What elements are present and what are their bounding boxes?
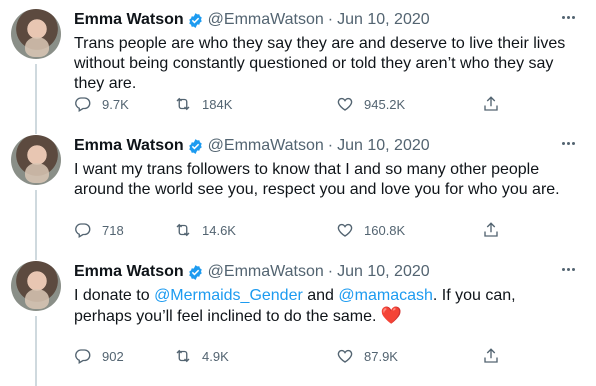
separator: · [327, 11, 334, 28]
separator: · [327, 263, 334, 280]
handle[interactable]: @EmmaWatson [208, 263, 324, 281]
like-count: 945.2K [364, 96, 406, 112]
avatar[interactable] [11, 135, 61, 185]
thread-line [35, 190, 37, 260]
verified-badge-icon [188, 138, 202, 154]
heart-emoji: ❤️ [380, 306, 403, 325]
share-icon [484, 348, 498, 363]
tweet-text: Trans people are who they say they are a… [74, 34, 574, 94]
thread-line [35, 316, 37, 386]
like-count: 160.8K [364, 222, 406, 238]
share-button[interactable] [482, 221, 500, 239]
handle[interactable]: @EmmaWatson [208, 11, 324, 29]
like-icon [337, 223, 353, 237]
retweet-button[interactable]: 14.6K [174, 221, 236, 239]
tweet-3[interactable]: Emma Watson @EmmaWatson · Jun 10, 2020 I… [0, 252, 596, 386]
retweet-icon [176, 349, 190, 363]
more-icon[interactable] [558, 134, 578, 152]
retweet-count: 14.6K [202, 222, 236, 238]
tweet-actions: 902 4.9K 87.9K [74, 347, 514, 369]
reply-icon [75, 349, 91, 364]
verified-badge-icon [188, 12, 202, 28]
avatar[interactable] [11, 9, 61, 59]
thread-line [35, 64, 37, 134]
reply-icon [75, 223, 91, 238]
retweet-icon [176, 223, 190, 237]
retweet-button[interactable]: 184K [174, 95, 232, 113]
reply-button[interactable]: 902 [74, 347, 124, 365]
share-button[interactable] [482, 347, 500, 365]
tweet-text-part: Trans people are who they say they are a… [74, 35, 566, 92]
retweet-count: 4.9K [202, 348, 229, 364]
more-icon[interactable] [558, 8, 578, 26]
tweet-text-part: I donate to [74, 287, 155, 304]
tweet-date[interactable]: Jun 10, 2020 [337, 263, 430, 281]
like-icon [337, 97, 353, 111]
reply-count: 902 [102, 348, 124, 364]
display-name[interactable]: Emma Watson [74, 263, 184, 281]
tweet-header: Emma Watson @EmmaWatson · Jun 10, 2020 [74, 136, 430, 156]
share-button[interactable] [482, 95, 500, 113]
share-icon [484, 222, 498, 237]
tweet-actions: 9.7K 184K 945.2K [74, 95, 514, 117]
tweet-date[interactable]: Jun 10, 2020 [337, 11, 430, 29]
avatar[interactable] [11, 261, 61, 311]
display-name[interactable]: Emma Watson [74, 137, 184, 155]
like-button[interactable]: 160.8K [336, 221, 405, 239]
tweet-text-part: and [302, 287, 339, 304]
like-button[interactable]: 87.9K [336, 347, 398, 365]
tweet-text-part: I want my trans followers to know that I… [74, 161, 560, 198]
more-icon[interactable] [558, 260, 578, 278]
separator: · [327, 137, 334, 154]
tweet-text: I donate to @Mermaids_Gender and @mamaca… [74, 286, 574, 327]
tweet-date[interactable]: Jun 10, 2020 [337, 137, 430, 155]
retweet-button[interactable]: 4.9K [174, 347, 229, 365]
like-icon [337, 349, 353, 363]
retweet-count: 184K [202, 96, 233, 112]
like-count: 87.9K [364, 348, 398, 364]
like-button[interactable]: 945.2K [336, 95, 405, 113]
tweet-actions: 718 14.6K 160.8K [74, 221, 514, 243]
reply-count: 718 [102, 222, 124, 238]
share-icon [484, 96, 498, 111]
reply-button[interactable]: 718 [74, 221, 124, 239]
reply-icon [75, 97, 91, 112]
tweet-2[interactable]: Emma Watson @EmmaWatson · Jun 10, 2020 I… [0, 126, 596, 260]
retweet-icon [176, 97, 190, 111]
tweet-header: Emma Watson @EmmaWatson · Jun 10, 2020 [74, 10, 430, 30]
tweet-text: I want my trans followers to know that I… [74, 160, 574, 200]
tweet-1[interactable]: Emma Watson @EmmaWatson · Jun 10, 2020 T… [0, 0, 596, 134]
mention-link-mermaids[interactable]: @Mermaids_Gender [154, 287, 303, 304]
mention-link-mamacash[interactable]: @mamacash [338, 287, 433, 304]
verified-badge-icon [188, 264, 202, 280]
tweet-header: Emma Watson @EmmaWatson · Jun 10, 2020 [74, 262, 430, 282]
handle[interactable]: @EmmaWatson [208, 137, 324, 155]
reply-button[interactable]: 9.7K [74, 95, 129, 113]
display-name[interactable]: Emma Watson [74, 11, 184, 29]
reply-count: 9.7K [102, 96, 129, 112]
